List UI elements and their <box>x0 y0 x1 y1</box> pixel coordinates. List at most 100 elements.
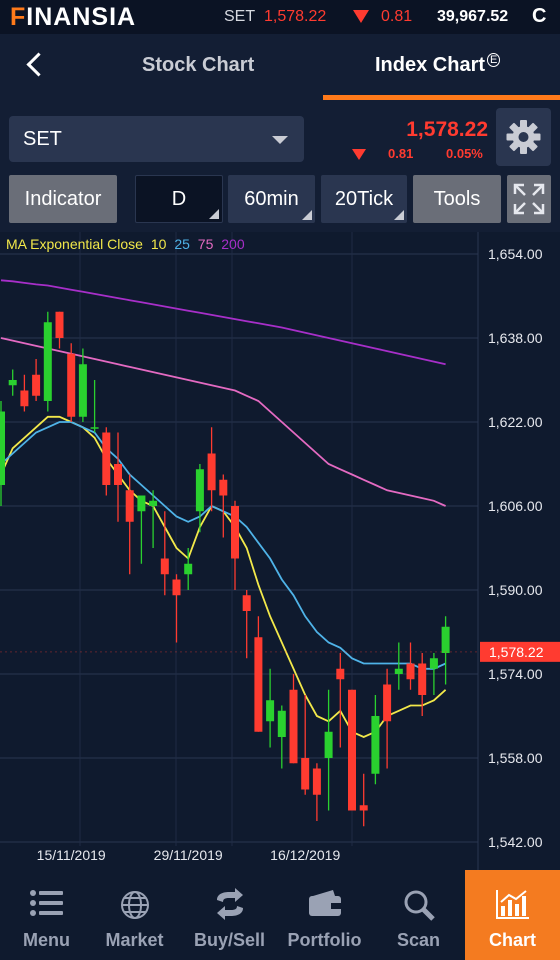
ticker-symbol: SET <box>224 8 256 25</box>
candle-body <box>394 668 403 674</box>
candle-body <box>195 469 204 512</box>
candle-body <box>312 768 321 795</box>
candle-body <box>32 374 41 396</box>
candle-body <box>371 716 380 774</box>
ma-legend-label: MA Exponential Close <box>6 236 143 252</box>
fullscreen-button[interactable] <box>507 175 551 223</box>
y-tick-label: 1,638.00 <box>488 330 543 346</box>
index-chart[interactable]: 1,654.00 1,638.00 1,622.00 1,606.00 1,590.00… <box>0 232 560 870</box>
ticker-value: 1,578.22 <box>264 8 327 25</box>
candle-body <box>137 495 146 512</box>
nav-buy-sell[interactable]: Buy/Sell <box>183 870 276 960</box>
candle-body <box>90 427 99 429</box>
chart-toolbar: Indicator D 60min 20Tick Tools <box>0 172 560 232</box>
candle-body <box>406 663 415 680</box>
y-tick-label: 1,622.00 <box>488 414 543 430</box>
tab-index-chart[interactable]: Index Chart E <box>375 53 501 77</box>
candle-body <box>43 322 52 401</box>
chart-icon <box>495 890 529 919</box>
y-tick-label: 1,542.00 <box>488 834 543 850</box>
wallet-icon <box>308 890 341 916</box>
tools-button[interactable]: Tools <box>413 175 501 223</box>
down-triangle-icon <box>353 10 369 23</box>
ma-legend-25: 25 <box>174 236 190 252</box>
nav-market[interactable]: Market <box>88 870 181 960</box>
period-20tick-button[interactable]: 20Tick <box>321 175 407 223</box>
nav-menu[interactable]: Menu <box>0 870 93 960</box>
candlestick-chart[interactable]: 1,654.00 1,638.00 1,622.00 1,606.00 1,590.00… <box>0 232 560 870</box>
candle-body <box>20 390 29 407</box>
nav-portfolio[interactable]: Portfolio <box>278 870 371 960</box>
period-60min-label: 60min <box>244 187 299 210</box>
menu-icon <box>29 890 63 916</box>
y-tick-label: 1,654.00 <box>488 246 543 262</box>
period-20tick-label: 20Tick <box>334 187 394 210</box>
change-down-icon <box>352 149 366 160</box>
index-change: 0.81 <box>388 146 414 161</box>
nav-header: Stock Chart Index Chart E <box>0 34 560 100</box>
nav-chart-label: Chart <box>488 930 536 950</box>
period-60min-button[interactable]: 60min <box>228 175 315 223</box>
symbol-dropdown[interactable]: SET <box>9 116 304 162</box>
ticker-index-value: 39,967.52 <box>437 8 509 25</box>
nav-menu-label: Menu <box>23 930 70 950</box>
expand-icon <box>513 183 545 215</box>
candle-body <box>114 464 122 485</box>
candle-body <box>301 758 310 790</box>
ma-line-25 <box>0 421 446 670</box>
candle-body <box>383 684 392 722</box>
candle-body <box>184 563 193 575</box>
swap-icon <box>216 888 243 920</box>
y-tick-label: 1,606.00 <box>488 498 543 514</box>
nav-portfolio-label: Portfolio <box>287 930 362 950</box>
candle-body <box>172 579 181 596</box>
index-badge-icon: E <box>487 53 501 68</box>
candle-body <box>55 311 64 338</box>
candle-body <box>418 663 427 695</box>
tab-index-label: Index Chart <box>375 54 486 76</box>
candle-body <box>160 558 169 575</box>
tab-stock-chart[interactable]: Stock Chart <box>142 54 254 77</box>
y-tick-label: 1,558.00 <box>488 750 543 766</box>
x-tick-label: 16/12/2019 <box>270 847 340 863</box>
x-tick-label: 15/11/2019 <box>37 847 106 863</box>
candle-body <box>242 595 251 611</box>
index-price: 1,578.22 <box>406 118 488 141</box>
x-tick-label: 29/11/2019 <box>154 847 223 863</box>
nav-scan[interactable]: Scan <box>372 870 465 960</box>
index-change-percent: 0.05% <box>446 146 483 161</box>
ma-line-10 <box>0 415 447 738</box>
ticker-change: 0.81 <box>381 8 413 25</box>
candle-body <box>441 626 450 653</box>
ma-legend-75: 75 <box>197 236 214 252</box>
chevron-down-icon <box>272 136 288 144</box>
candle-body <box>266 700 275 722</box>
nav-buy-sell-label: Buy/Sell <box>193 930 266 950</box>
last-price-label: 1,578.22 <box>489 644 544 660</box>
ma-line-200 <box>0 279 446 366</box>
candle-body <box>78 364 87 417</box>
nav-chart[interactable]: Chart <box>465 870 560 960</box>
symbol-dropdown-value: SET <box>23 128 62 150</box>
globe-icon <box>120 891 149 919</box>
period-d-button[interactable]: D <box>135 175 223 223</box>
bottom-nav: Menu Market Buy/Sell Portfolio Scan Char… <box>0 870 560 960</box>
candle-body <box>289 689 298 764</box>
search-icon <box>404 890 435 921</box>
market-status: C <box>532 5 547 27</box>
candle-body <box>277 710 286 737</box>
nav-market-label: Market <box>105 930 164 950</box>
nav-scan-label: Scan <box>396 930 441 950</box>
finansia-logo: FINANSIA <box>10 3 137 31</box>
candle-body <box>207 453 216 491</box>
back-icon[interactable] <box>20 48 54 82</box>
candle-body <box>149 500 158 506</box>
candle-body <box>324 731 333 758</box>
indicator-button[interactable]: Indicator <box>9 175 117 223</box>
settings-button[interactable] <box>496 108 551 166</box>
ma-legend: MA Exponential Close 10 25 75 200 <box>6 236 249 252</box>
candle-body <box>8 380 17 386</box>
ma-legend-10: 10 <box>150 236 167 252</box>
ma-legend-200: 200 <box>221 236 245 252</box>
candle-body <box>0 411 5 485</box>
